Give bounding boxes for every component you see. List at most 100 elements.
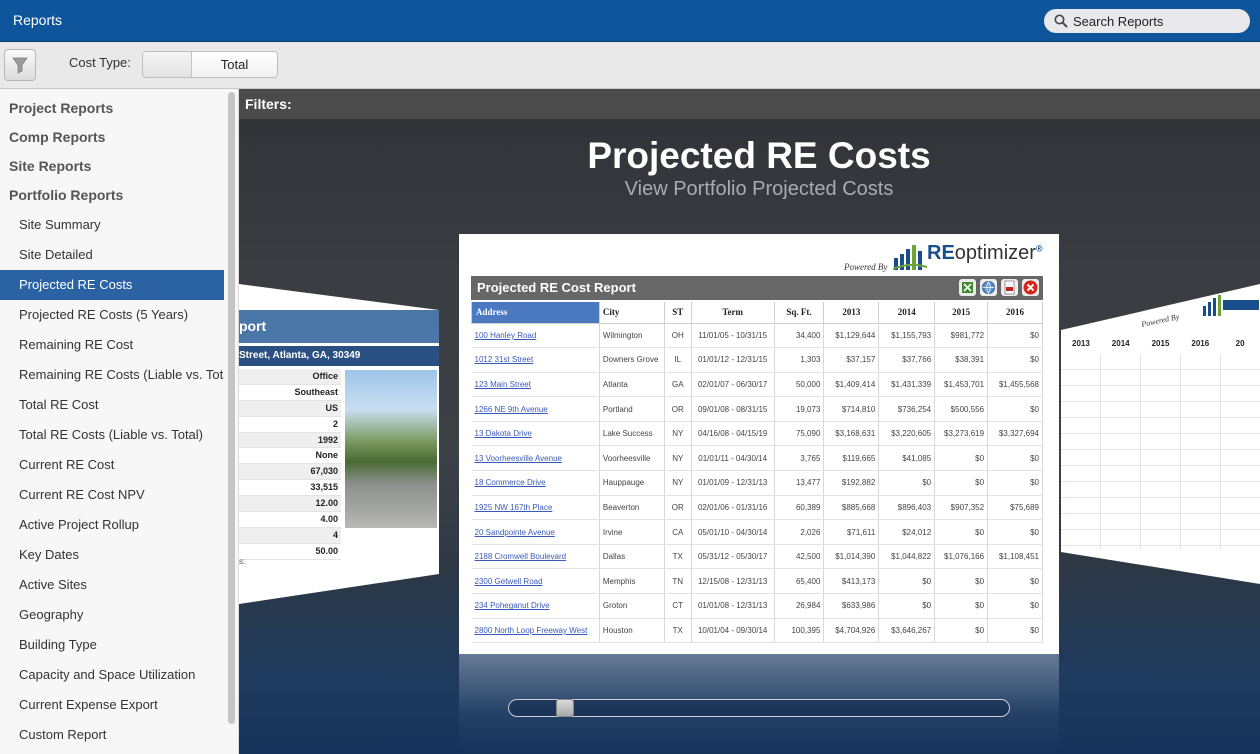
sidebar-section-portfolio-reports[interactable]: Portfolio Reports: [0, 181, 238, 210]
cell-term: 12/15/08 - 12/31/13: [691, 568, 775, 595]
cell-state: TX: [664, 618, 692, 644]
search-input[interactable]: [1073, 13, 1233, 29]
filters-label: Filters:: [245, 96, 292, 112]
sidebar-section-comp-reports[interactable]: Comp Reports: [0, 123, 238, 152]
cost-type-toggle[interactable]: Total: [142, 51, 278, 78]
toolbar: Cost Type: Total: [0, 42, 1260, 89]
address-link[interactable]: 123 Main Street: [475, 380, 531, 389]
cell-2016: $0: [987, 445, 1043, 472]
address-link[interactable]: 1266 NE 9th Avenue: [475, 405, 548, 414]
sidebar-item-total-re-cost[interactable]: Total RE Cost: [0, 390, 224, 420]
address-link[interactable]: 13 Voorheesville Avenue: [475, 454, 562, 463]
table-row: 1266 NE 9th Avenue Portland OR 09/01/08 - 0…: [471, 396, 1043, 422]
cell-sqft: 1,303: [774, 347, 825, 373]
sidebar-section-project-reports[interactable]: Project Reports: [0, 94, 238, 123]
sidebar-item-projected-re-costs[interactable]: Projected RE Costs: [0, 270, 224, 300]
pdf-icon[interactable]: [1001, 279, 1018, 296]
carousel-card-projected-re-costs[interactable]: Powered By REoptimizer® Projected RE Cos…: [459, 234, 1059, 654]
address-link[interactable]: 18 Commerce Drive: [475, 478, 546, 487]
cost-type-option-blank[interactable]: [143, 52, 192, 77]
address-link[interactable]: 100 Hanley Road: [475, 331, 537, 340]
sidebar-item-site-detailed[interactable]: Site Detailed: [0, 240, 224, 270]
sidebar-item-remaining-re-cost[interactable]: Remaining RE Cost: [0, 330, 224, 360]
cell-2013: $71,611: [823, 519, 880, 545]
year-headers: 2013 2014 2015 2016 20: [1061, 339, 1260, 348]
carousel-slider[interactable]: [508, 699, 1010, 717]
table-row: 13 Voorheesville Avenue Voorheesville NY 01…: [471, 445, 1043, 472]
sidebar-item-current-expense-export[interactable]: Current Expense Export: [0, 690, 224, 720]
close-icon[interactable]: [1022, 279, 1039, 296]
cell-state: OR: [664, 396, 692, 422]
cell-2015: $1,076,166: [934, 544, 989, 570]
cell-state: NY: [664, 470, 692, 496]
cell-term: 01/01/11 - 04/30/14: [691, 445, 775, 472]
report-carousel: Filters: Projected RE Costs View Portfol…: [239, 89, 1260, 754]
cell-address: 123 Main Street: [471, 372, 600, 398]
card-value: 12.00: [239, 496, 341, 513]
address-link[interactable]: 1925 NW 167th Place: [475, 503, 553, 512]
excel-export-icon[interactable]: [959, 279, 976, 296]
sidebar-item-current-re-cost-npv[interactable]: Current RE Cost NPV: [0, 480, 224, 510]
sidebar-item-custom-report[interactable]: Custom Report: [0, 720, 224, 750]
year-header: 2015: [1151, 339, 1170, 348]
report-table-body: 100 Hanley Road Wilmington OH 11/01/05 - 10…: [471, 323, 1043, 644]
cell-2013: $192,882: [823, 470, 880, 496]
cell-address: 1925 NW 167th Place: [471, 495, 600, 521]
card-value: 2: [239, 417, 341, 433]
address-link[interactable]: 20 Sandpointe Avenue: [475, 528, 555, 537]
year-header: 2013: [1072, 339, 1090, 348]
sidebar-item-building-type[interactable]: Building Type: [0, 630, 224, 660]
address-link[interactable]: 234 Poheganut Drive: [475, 601, 550, 610]
search-box[interactable]: [1044, 9, 1250, 33]
report-header-title: Projected RE Cost Report: [477, 280, 636, 295]
cell-state: NY: [664, 445, 692, 472]
sidebar-item-site-summary[interactable]: Site Summary: [0, 210, 224, 240]
col-2014: 2014: [878, 302, 936, 324]
sidebar-item-projected-re-costs-5-years[interactable]: Projected RE Costs (5 Years): [0, 300, 224, 330]
sidebar-item-capacity-space[interactable]: Capacity and Space Utilization: [0, 660, 224, 690]
carousel-slider-thumb[interactable]: [556, 699, 574, 717]
table-row: 100 Hanley Road Wilmington OH 11/01/05 - 10…: [471, 323, 1043, 349]
cell-2015: $500,556: [934, 396, 989, 422]
sidebar-item-key-dates[interactable]: Key Dates: [0, 540, 224, 570]
table-row: 1925 NW 167th Place Beaverton OR 02/01/06 -…: [471, 495, 1043, 521]
filter-button[interactable]: [4, 49, 36, 81]
card-address: Street, Atlanta, GA, 30349: [239, 346, 439, 366]
cell-term: 02/01/06 - 01/31/16: [691, 495, 775, 521]
filters-bar[interactable]: Filters:: [239, 89, 1260, 119]
cell-city: Irvine: [599, 519, 665, 545]
cell-2015: $0: [934, 593, 989, 619]
address-link[interactable]: 2800 North Loop Freeway West: [475, 626, 588, 635]
sidebar-section-site-reports[interactable]: Site Reports: [0, 152, 238, 181]
address-link[interactable]: 13 Dakota Drive: [475, 429, 532, 438]
globe-icon[interactable]: [980, 279, 997, 296]
address-link[interactable]: 1012 31st Street: [475, 355, 534, 364]
card-value: Office: [239, 369, 341, 385]
card-value: US: [239, 400, 341, 417]
cell-state: OR: [664, 495, 692, 521]
sidebar-item-current-re-cost[interactable]: Current RE Cost: [0, 450, 224, 480]
sidebar-item-total-re-costs-liable[interactable]: Total RE Costs (Liable vs. Total): [0, 420, 224, 450]
card-values: Office Southeast US 2 1992 None 67,030 3…: [239, 369, 341, 560]
cell-sqft: 26,984: [774, 593, 825, 619]
cell-sqft: 50,000: [774, 372, 825, 398]
address-link[interactable]: 2188 Cromwell Boulevard: [475, 552, 567, 561]
card-value: 4: [239, 527, 341, 544]
table-row: 1012 31st Street Downers Grove IL 01/01/12 …: [471, 347, 1043, 373]
cost-type-option-total[interactable]: Total: [192, 52, 277, 77]
col-term: Term: [690, 302, 775, 324]
cell-2015: $0: [934, 568, 989, 595]
sidebar-item-geography[interactable]: Geography: [0, 600, 224, 630]
carousel-card-projected-5-years[interactable]: Powered By 2013 2014 2015 2016 20: [1061, 284, 1260, 584]
cell-city: Dallas: [599, 544, 665, 570]
carousel-card-site-detailed[interactable]: port Street, Atlanta, GA, 30349 Office S…: [239, 284, 439, 604]
cell-city: Hauppauge: [599, 470, 665, 496]
sidebar-item-active-sites[interactable]: Active Sites: [0, 570, 224, 600]
sidebar-scrollbar[interactable]: [228, 92, 235, 724]
cell-state: CT: [664, 593, 692, 619]
address-link[interactable]: 2300 Getwell Road: [475, 577, 543, 586]
cell-2014: $37,766: [878, 347, 936, 373]
sidebar-item-active-project-rollup[interactable]: Active Project Rollup: [0, 510, 224, 540]
cell-2013: $119,665: [823, 445, 880, 472]
sidebar-item-remaining-re-costs-liable[interactable]: Remaining RE Costs (Liable vs. Total): [0, 360, 224, 390]
